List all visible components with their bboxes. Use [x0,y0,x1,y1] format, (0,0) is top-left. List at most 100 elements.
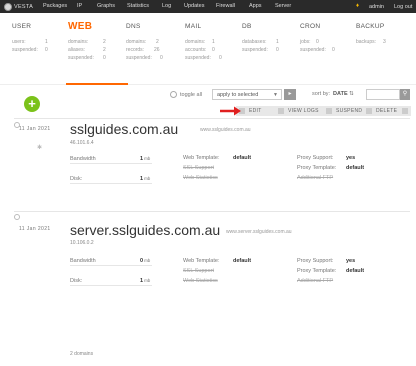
bell-icon[interactable]: ♦ [356,3,359,9]
disk-bar [70,183,152,184]
ssl-support-label: SSL Support [183,268,214,274]
star-icon[interactable]: ✱ [37,144,42,151]
domain-alias: www.sslguides.com.au [200,127,251,133]
stats-panel: USER WEB DNS MAIL DB CRON BACKUP users: … [0,13,416,85]
stat-row-value: 0 [276,47,279,53]
logout-link[interactable]: Log out [394,4,412,10]
nav-log[interactable]: Log [162,3,171,9]
disk-value: 1mb [140,176,151,182]
row-date: 11 Jan 2021 [19,226,51,232]
row-separator [14,118,410,119]
vesta-logo-icon [4,2,12,11]
suspend-button[interactable]: SUSPEND [336,108,362,114]
red-arrow-annotation [220,106,241,116]
sort-direction-icon: ⇅ [349,91,354,97]
stat-title: DNS [126,23,141,30]
disk-label: Disk: [70,278,83,284]
stat-backup[interactable]: BACKUP [356,23,385,30]
delete-icon [366,108,372,114]
sort-by[interactable]: sort by: DATE ⇅ [312,91,354,97]
stat-mail[interactable]: MAIL [185,23,201,30]
toggle-all-checkbox[interactable] [170,91,177,98]
stat-row-value: 0 [316,39,319,45]
domain-count: 2 domains [70,351,94,357]
domain-ip: 46.101.6.4 [70,140,94,146]
row-date: 11 Jan 2021 [19,126,51,132]
nav-server[interactable]: Server [275,3,291,9]
stat-row-value: 2 [103,47,106,53]
logo-text: VESTA [14,3,34,10]
stat-row-label: suspended: [68,55,94,61]
proxy-support-value: yes [346,258,356,264]
additional-ftp-label: Additional FTP [297,278,334,284]
stat-row-value: 0 [45,47,48,53]
domain-name[interactable]: server.sslguides.com.au [70,222,220,238]
nav-statistics[interactable]: Statistics [127,3,149,9]
web-template-label: Web Template: [183,155,220,161]
proxy-template-value: default [346,268,365,274]
edit-button[interactable]: EDIT [249,108,262,114]
ssl-support-label: SSL Support [183,165,214,171]
stat-row-label: databases: [242,39,267,45]
stat-row-label: records: [126,47,145,53]
nav-ip[interactable]: IP [77,3,82,9]
web-template-value: default [233,155,252,161]
user-link[interactable]: admin [369,4,384,10]
web-template-label: Web Template: [183,258,220,264]
additional-ftp-label: Additional FTP [297,175,334,181]
proxy-template-value: default [346,165,365,171]
chevron-down-icon: ▼ [273,92,278,98]
domain-alias: www.server.sslguides.com.au [226,229,292,235]
delete-button[interactable]: DELETE [376,108,397,114]
stat-cron[interactable]: CRON [300,23,320,30]
stat-row-value: 2 [156,39,159,45]
disk-value: 1mb [140,278,151,284]
toggle-all[interactable]: toggle all [170,91,202,98]
web-statistics-label: Web Statistics [183,175,218,181]
stat-row-label: domains: [68,39,89,45]
apply-button[interactable]: ▸ [284,89,296,100]
nav-graphs[interactable]: Graphs [97,3,115,9]
stat-row-label: users: [12,39,26,45]
stat-row-label: suspended: [185,55,211,61]
stat-row-value: 0 [160,55,163,61]
stat-web[interactable]: WEB [68,21,92,32]
domain-name[interactable]: sslguides.com.au [70,121,178,137]
web-statistics-label: Web Statistics [183,278,218,284]
stat-title: MAIL [185,23,202,30]
stat-title: DB [242,23,252,30]
stat-row-label: suspended: [242,47,268,53]
search-icon[interactable]: ⚲ [400,89,410,100]
nav-packages[interactable]: Packages [43,3,67,9]
stat-row-label: suspended: [300,47,326,53]
search-input[interactable] [366,89,400,100]
stat-dns[interactable]: DNS [126,23,141,30]
close-icon [402,108,408,114]
bulk-action-select[interactable]: apply to selected ▼ [212,89,282,100]
disk-label: Disk: [70,176,83,182]
logo[interactable]: VESTA [4,2,33,11]
bulk-action-value: apply to selected [217,92,259,98]
disk-bar [70,285,152,286]
row-separator [14,211,410,212]
stat-db[interactable]: DB [242,23,252,30]
stat-row-value: 3 [383,39,386,45]
nav-apps[interactable]: Apps [249,3,262,9]
stat-row-label: suspended: [12,47,38,53]
stat-row-label: suspended: [126,55,152,61]
bandwidth-bar [70,265,152,266]
nav-updates[interactable]: Updates [184,3,205,9]
stat-row-label: aliases: [68,47,85,53]
view-logs-button[interactable]: VIEW LOGS [288,108,319,114]
add-domain-button[interactable]: + [24,96,40,112]
proxy-support-label: Proxy Support: [297,155,334,161]
stat-row-label: domains: [185,39,206,45]
row-actions-bar: EDIT VIEW LOGS SUSPEND DELETE [236,106,411,116]
bandwidth-value: 0mb [140,258,151,264]
toggle-all-label: toggle all [180,91,203,98]
nav-firewall[interactable]: Firewall [216,3,235,9]
stat-user[interactable]: USER [12,23,31,30]
row-checkbox[interactable] [14,214,20,220]
proxy-support-label: Proxy Support: [297,258,334,264]
stat-title: USER [12,23,32,30]
